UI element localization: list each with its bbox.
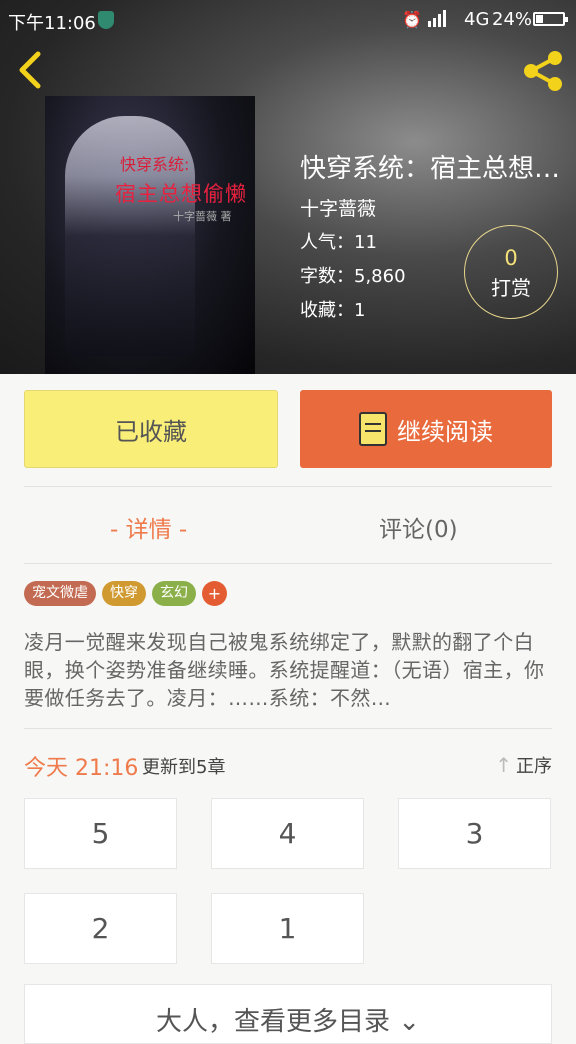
more-chapters-button[interactable]: 大人，查看更多目录 ⌄ [24, 984, 552, 1044]
update-text: 更新到5章 [142, 757, 226, 778]
arrow-up-icon: ↑ [495, 753, 512, 777]
divider [24, 728, 552, 729]
book-header: 下午11:06 ⏰ 4G 24% 快穿系统: 宿主总想偷懒 十字蔷薇 著 快穿系… [0, 0, 576, 374]
cover-title-line2: 宿主总想偷懒 [115, 182, 247, 206]
popularity-stat: 人气：11 [300, 232, 377, 253]
chapter-item[interactable]: 2 [24, 893, 177, 964]
collected-label: 已收藏 [115, 417, 187, 446]
back-button[interactable] [12, 48, 52, 92]
divider [24, 563, 552, 564]
word-count-stat: 字数：5,860 [300, 266, 406, 287]
book-title: 快穿系统：宿主总想… [300, 154, 561, 184]
network-type: 4G [464, 9, 490, 30]
share-icon [524, 51, 562, 91]
reward-label: 打赏 [491, 276, 531, 300]
chevron-left-icon [19, 51, 41, 89]
battery-percent: 24% [492, 9, 533, 30]
cover-title-line1: 快穿系统: [120, 155, 190, 174]
battery-icon [533, 12, 568, 26]
continue-reading-label: 继续阅读 [397, 417, 493, 446]
chapter-item[interactable]: 4 [211, 798, 364, 869]
continue-reading-button[interactable]: 继续阅读 [300, 390, 552, 468]
tag-item[interactable]: 宠文微虐 [24, 581, 96, 606]
reward-button[interactable]: 0 打赏 [464, 225, 558, 319]
divider [24, 486, 552, 487]
book-icon [359, 412, 387, 446]
update-info: 今天 21:16 更新到5章 ↑ 正序 [24, 750, 552, 781]
chapter-item[interactable]: 5 [24, 798, 177, 869]
chapter-item[interactable]: 3 [398, 798, 551, 869]
book-author[interactable]: 十字蔷薇 [300, 194, 376, 221]
tab-detail[interactable]: - 详情 - [110, 510, 187, 544]
update-time: 今天 21:16 [24, 756, 139, 781]
book-cover[interactable]: 快穿系统: 宿主总想偷懒 十字蔷薇 著 [45, 96, 255, 374]
shield-icon [98, 11, 114, 29]
tag-list: 宠文微虐 快穿 玄幻 + [24, 581, 227, 606]
tag-item[interactable]: 玄幻 [152, 581, 196, 606]
cover-author: 十字蔷薇 著 [173, 210, 232, 223]
alarm-icon: ⏰ [402, 10, 422, 29]
add-tag-button[interactable]: + [202, 581, 227, 606]
collected-button[interactable]: 已收藏 [24, 390, 278, 468]
reward-count: 0 [504, 246, 518, 270]
favorites-stat: 收藏：1 [300, 300, 366, 321]
sort-button[interactable]: ↑ 正序 [495, 752, 552, 778]
sort-label: 正序 [516, 756, 552, 777]
status-time: 下午11:06 [8, 13, 96, 34]
chapter-item[interactable]: 1 [211, 893, 364, 964]
status-bar: 下午11:06 ⏰ 4G 24% [0, 0, 576, 40]
book-description[interactable]: 凌月一觉醒来发现自己被鬼系统绑定了，默默的翻了个白眼，换个姿势准备继续睡。系统提… [24, 628, 552, 712]
signal-icon [428, 9, 446, 27]
share-button[interactable] [518, 46, 568, 96]
tag-item[interactable]: 快穿 [102, 581, 146, 606]
tab-comments[interactable]: 评论(0) [379, 510, 458, 544]
